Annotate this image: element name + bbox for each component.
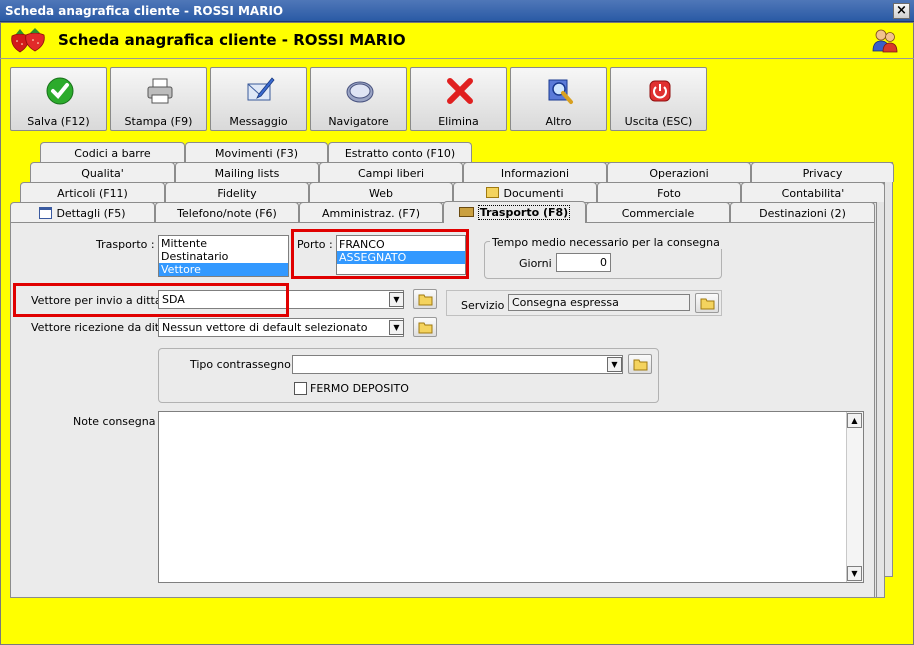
folder-icon [418, 322, 433, 334]
magnifier-book-icon [548, 79, 573, 104]
folder-icon [633, 359, 648, 371]
red-x-icon [447, 78, 473, 104]
users-icon[interactable] [871, 27, 899, 53]
tab-dettagli[interactable]: Dettagli (F5) [10, 202, 155, 222]
trasporto-option-selected[interactable]: Vettore [159, 263, 288, 276]
tab-dettagli-label: Dettagli (F5) [56, 207, 126, 220]
tab-contabilita[interactable]: Contabilita' [741, 182, 885, 202]
exit-button[interactable]: Uscita (ESC) [610, 67, 707, 131]
fermo-deposito-label: FERMO DEPOSITO [310, 382, 409, 395]
tab-privacy[interactable]: Privacy [751, 162, 894, 182]
servizio-field: Consegna espressa [508, 294, 690, 311]
printer-icon [147, 78, 173, 104]
strawberry-logo-icon [8, 26, 48, 54]
power-icon [649, 80, 671, 102]
tipo-contrassegno-select[interactable] [292, 355, 623, 374]
compass-icon [346, 81, 374, 103]
vettore-invio-folder-button[interactable] [413, 289, 437, 309]
tab-trasporto-label: Trasporto (F8) [477, 205, 571, 220]
note-consegna-textarea[interactable] [158, 411, 864, 583]
note-scrollbar[interactable] [846, 412, 863, 582]
folder-icon [418, 294, 433, 306]
delete-button[interactable]: Elimina [410, 67, 507, 131]
window-close-button[interactable]: × [893, 3, 910, 19]
giorni-input[interactable]: 0 [556, 253, 611, 272]
tab-destinazioni[interactable]: Destinazioni (2) [730, 202, 875, 222]
tab-mailing-lists[interactable]: Mailing lists [175, 162, 319, 182]
giorni-label: Giorni : [519, 257, 559, 270]
tab-documenti-label: Documenti [503, 187, 564, 200]
window-title: Scheda anagrafica cliente - ROSSI MARIO [5, 4, 284, 18]
vettore-invio-dropdown-arrow[interactable]: ▼ [389, 292, 404, 307]
tab-operazioni[interactable]: Operazioni [607, 162, 751, 182]
tab-web[interactable]: Web [309, 182, 453, 202]
header-separator [0, 58, 914, 59]
tab-amministraz[interactable]: Amministraz. (F7) [299, 202, 443, 222]
vettore-ricezione-label: Vettore ricezione da ditta [31, 321, 171, 334]
note-consegna-label: Note consegna : [73, 415, 163, 428]
trasporto-listbox[interactable]: Mittente Destinatario Vettore [158, 235, 289, 277]
tab-campi-liberi[interactable]: Campi liberi [319, 162, 463, 182]
tab-fidelity[interactable]: Fidelity [165, 182, 309, 202]
message-button[interactable]: Messaggio [210, 67, 307, 131]
vettore-ricezione-dropdown-arrow[interactable]: ▼ [389, 320, 404, 335]
navigator-button[interactable]: Navigatore [310, 67, 407, 131]
servizio-label: Servizio : [461, 299, 512, 312]
page-title: Scheda anagrafica cliente - ROSSI MARIO [58, 31, 406, 49]
trasporto-option[interactable]: Destinatario [159, 250, 288, 263]
tab-movimenti[interactable]: Movimenti (F3) [185, 142, 328, 162]
tipo-contrassegno-folder-button[interactable] [628, 354, 652, 374]
trasporto-option[interactable]: Mittente [159, 237, 288, 250]
window-title-bar: Scheda anagrafica cliente - ROSSI MARIO [0, 0, 914, 22]
tipo-contrassegno-label: Tipo contrassegno : [190, 358, 299, 371]
tab-estratto-conto[interactable]: Estratto conto (F10) [328, 142, 472, 162]
tab-documenti[interactable]: Documenti [453, 182, 597, 202]
vettore-ricezione-select[interactable]: Nessun vettore di default selezionato [158, 318, 404, 337]
folder-icon [486, 187, 500, 198]
print-button[interactable]: Stampa (F9) [110, 67, 207, 131]
scroll-up-arrow[interactable]: ▲ [847, 413, 862, 428]
trasporto-label: Trasporto : [96, 238, 155, 251]
scroll-down-arrow[interactable]: ▼ [847, 566, 862, 581]
calendar-icon [39, 207, 53, 219]
checkmark-icon [46, 77, 74, 105]
vettore-invio-highlight [13, 283, 289, 317]
save-button[interactable]: Salva (F12) [10, 67, 107, 131]
tab-trasporto[interactable]: Trasporto (F8) [443, 201, 586, 223]
vettore-ricezione-folder-button[interactable] [413, 317, 437, 337]
tab-qualita[interactable]: Qualita' [30, 162, 175, 182]
tab-telefono-note[interactable]: Telefono/note (F6) [155, 202, 299, 222]
tempo-medio-label: Tempo medio necessario per la consegna [490, 236, 722, 249]
truck-icon [458, 207, 474, 217]
other-button[interactable]: Altro [510, 67, 607, 131]
tipo-contrassegno-dropdown-arrow[interactable]: ▼ [607, 357, 622, 372]
tab-foto[interactable]: Foto [597, 182, 741, 202]
tab-informazioni[interactable]: Informazioni [463, 162, 607, 182]
porto-highlight [291, 229, 469, 279]
tab-commerciale[interactable]: Commerciale [586, 202, 730, 222]
fermo-deposito-checkbox[interactable] [294, 382, 307, 395]
servizio-folder-button[interactable] [695, 293, 719, 313]
vettore-ricezione-value: Nessun vettore di default selezionato [162, 321, 368, 334]
tab-codici-a-barre[interactable]: Codici a barre [40, 142, 185, 162]
tab-articoli[interactable]: Articoli (F11) [20, 182, 165, 202]
folder-icon [700, 298, 715, 310]
envelope-pen-icon [247, 77, 275, 101]
